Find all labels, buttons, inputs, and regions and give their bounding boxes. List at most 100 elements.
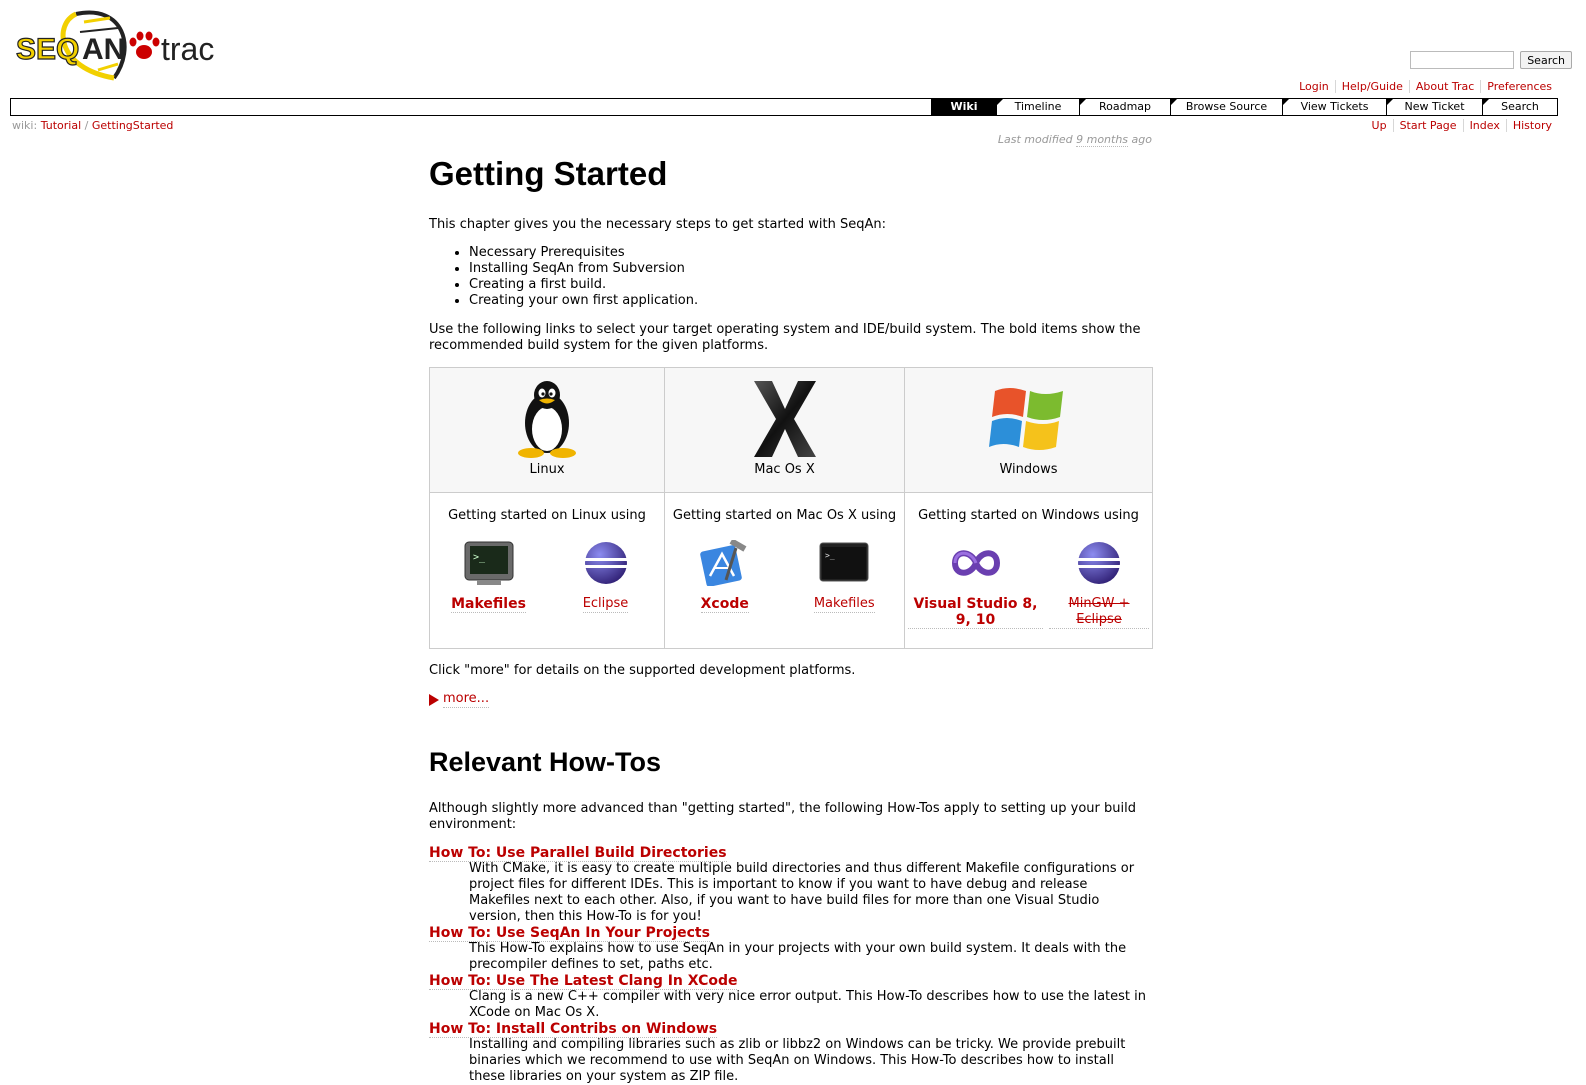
breadcrumb-tutorial-link[interactable]: Tutorial <box>41 119 81 132</box>
howto-clang-xcode-link[interactable]: How To: Use The Latest Clang In XCode <box>429 973 738 990</box>
tab-timeline[interactable]: Timeline <box>996 99 1079 115</box>
list-item: Installing SeqAn from Subversion <box>469 261 1152 277</box>
os-label-linux: Linux <box>529 462 565 477</box>
terminal-icon[interactable]: >_ <box>463 540 515 586</box>
tools-linux: >_ Makefiles Eclipse <box>430 540 664 613</box>
last-modified-link[interactable]: 9 months <box>1076 133 1129 147</box>
terminal-icon[interactable]: >_ <box>818 540 870 586</box>
howtos-heading: Relevant How-Tos <box>429 747 662 777</box>
os-label-mac: Mac Os X <box>754 462 815 477</box>
up-link[interactable]: Up <box>1372 119 1387 132</box>
howtos-intro: Although slightly more advanced than "ge… <box>429 801 1136 832</box>
tool-caption-windows: Getting started on Windows using <box>918 508 1139 523</box>
windows-visual-studio-link[interactable]: Visual Studio 8, 9, 10 <box>908 596 1043 629</box>
linux-tux-icon <box>518 381 576 458</box>
windows-logo-icon <box>988 388 1063 450</box>
howto-term: How To: Install Contribs on Windows <box>429 1021 1152 1038</box>
eclipse-icon[interactable] <box>1076 540 1122 586</box>
ctxnav-item-index: Index <box>1462 119 1506 132</box>
intro-paragraph: This chapter gives you the necessary ste… <box>429 217 886 232</box>
svg-text:trac: trac <box>161 31 214 67</box>
tab-roadmap-label: Roadmap <box>1098 100 1152 113</box>
tool-mac-xcode: Xcode <box>675 540 775 613</box>
click-more-paragraph: Click "more" for details on the supporte… <box>429 663 856 678</box>
tool-linux-makefiles: >_ Makefiles <box>439 540 539 613</box>
ctxnav-item-start-page: Start Page <box>1392 119 1463 132</box>
banner: SEQ AN trac Search Login Help/Guide Abou… <box>0 0 1586 96</box>
about-trac-link[interactable]: About Trac <box>1416 80 1474 93</box>
login-link[interactable]: Login <box>1299 80 1329 93</box>
metanav-item-login: Login <box>1293 80 1335 93</box>
linux-eclipse-link[interactable]: Eclipse <box>582 596 629 613</box>
metanav-item-help: Help/Guide <box>1334 80 1409 93</box>
xcode-icon[interactable] <box>699 540 750 586</box>
tool-caption-linux: Getting started on Linux using <box>448 508 646 523</box>
tab-roadmap[interactable]: Roadmap <box>1079 99 1170 115</box>
howto-term: How To: Use The Latest Clang In XCode <box>429 973 1152 990</box>
howto-desc: Installing and compiling libraries such … <box>469 1037 1126 1084</box>
howto-use-seqan-link[interactable]: How To: Use SeqAn In Your Projects <box>429 925 710 942</box>
meta-nav: Login Help/Guide About Trac Preferences <box>1293 80 1558 93</box>
prereq-list: Necessary Prerequisites Installing SeqAn… <box>429 245 1152 309</box>
last-modified: Last modified 9 months ago <box>429 130 1152 147</box>
more-link[interactable]: more... <box>443 691 490 708</box>
os-row: Linux Mac Os X Windows <box>429 367 1153 493</box>
tool-windows-visual-studio: Visual Studio 8, 9, 10 <box>908 540 1043 629</box>
tools-cell-windows: Getting started on Windows using Visual … <box>904 492 1153 649</box>
index-link[interactable]: Index <box>1470 119 1500 132</box>
ctxnav-item-up: Up <box>1366 119 1393 132</box>
list-item: Necessary Prerequisites <box>469 245 1152 261</box>
os-cell-mac: Mac Os X <box>664 367 905 493</box>
tab-new-ticket[interactable]: New Ticket <box>1386 99 1482 115</box>
start-page-link[interactable]: Start Page <box>1400 119 1457 132</box>
howto-term: How To: Use SeqAn In Your Projects <box>429 925 1152 942</box>
breadcrumb-separator: / <box>84 119 89 132</box>
tab-view-tickets[interactable]: View Tickets <box>1282 99 1386 115</box>
tab-wiki[interactable]: Wiki <box>931 99 996 115</box>
breadcrumb: wiki: Tutorial / GettingStarted <box>12 119 173 132</box>
mac-makefiles-link[interactable]: Makefiles <box>813 596 875 613</box>
seqan-trac-logo[interactable]: SEQ AN trac <box>14 8 226 84</box>
tab-browse-source-label: Browse Source <box>1185 100 1268 113</box>
tool-linux-eclipse: Eclipse <box>556 540 656 613</box>
tab-browse-source[interactable]: Browse Source <box>1170 99 1282 115</box>
linux-makefiles-link[interactable]: Makefiles <box>451 596 526 613</box>
more-toggle[interactable]: more... <box>429 691 1152 708</box>
context-nav: Up Start Page Index History <box>1366 119 1558 132</box>
howto-term: How To: Use Parallel Build Directories <box>429 845 1152 862</box>
howto-desc: Clang is a new C++ compiler with very ni… <box>469 989 1146 1020</box>
svg-text:>_: >_ <box>825 551 835 560</box>
metanav-item-about: About Trac <box>1408 80 1480 93</box>
tab-new-ticket-label: New Ticket <box>1404 100 1465 113</box>
mac-xcode-link[interactable]: Xcode <box>700 596 749 613</box>
search-button[interactable]: Search <box>1520 51 1572 69</box>
visual-studio-icon[interactable] <box>949 540 1003 586</box>
tab-search[interactable]: Search <box>1482 99 1557 115</box>
tools-cell-mac: Getting started on Mac Os X using Xcode <box>664 492 905 649</box>
howto-install-contribs-link[interactable]: How To: Install Contribs on Windows <box>429 1021 718 1038</box>
windows-mingw-eclipse-link[interactable]: MinGW + Eclipse <box>1049 596 1149 629</box>
os-cell-windows: Windows <box>904 367 1153 493</box>
preferences-link[interactable]: Preferences <box>1487 80 1552 93</box>
mac-os-x-icon <box>753 381 816 457</box>
breadcrumb-prefix: wiki: <box>12 119 38 132</box>
expand-triangle-icon <box>429 693 439 706</box>
history-link[interactable]: History <box>1513 119 1552 132</box>
help-guide-link[interactable]: Help/Guide <box>1342 80 1403 93</box>
tab-view-tickets-label: View Tickets <box>1300 100 1369 113</box>
howto-parallel-build-link[interactable]: How To: Use Parallel Build Directories <box>429 845 727 862</box>
page-title: Getting Started <box>429 155 668 192</box>
tool-windows-mingw-eclipse: MinGW + Eclipse <box>1049 540 1149 629</box>
last-modified-suffix: ago <box>1131 133 1152 146</box>
svg-text:SEQ: SEQ <box>16 33 79 66</box>
search-input[interactable] <box>1410 51 1515 69</box>
breadcrumb-gettingstarted-link[interactable]: GettingStarted <box>92 119 174 132</box>
search-form: Search <box>1410 51 1572 69</box>
tools-windows: Visual Studio 8, 9, 10 MinGW + Eclipse <box>905 540 1152 629</box>
eclipse-icon[interactable] <box>583 540 629 586</box>
ctxnav-item-history: History <box>1505 119 1558 132</box>
tool-caption-mac: Getting started on Mac Os X using <box>672 508 897 523</box>
list-item: Creating a first build. <box>469 277 1152 293</box>
svg-text:>_: >_ <box>473 552 486 563</box>
last-modified-prefix: Last modified <box>997 133 1073 146</box>
